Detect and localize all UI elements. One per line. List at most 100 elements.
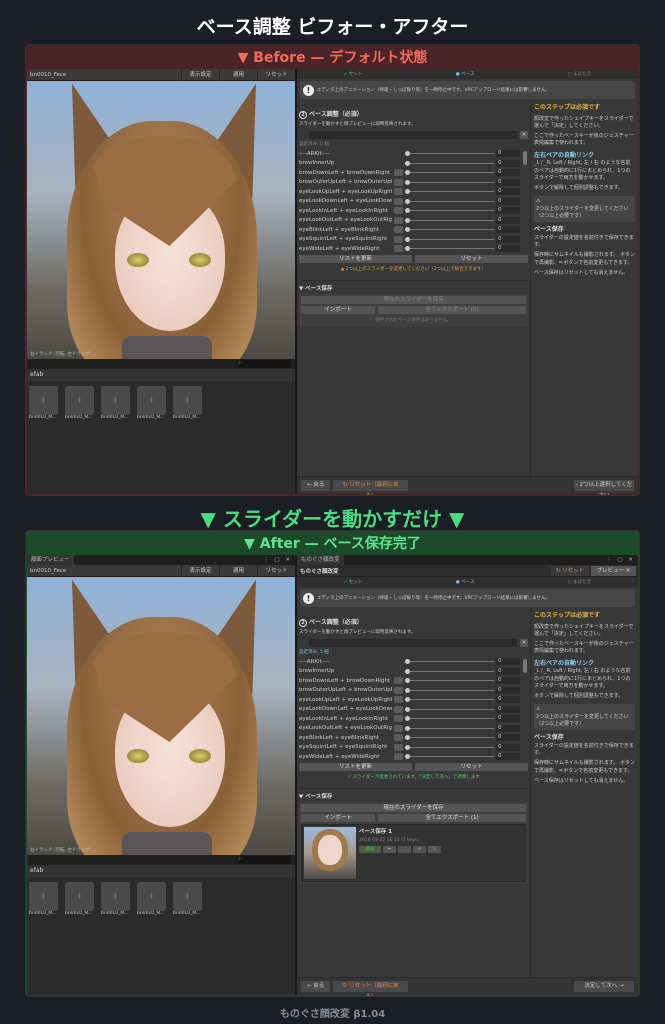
reset-sliders-button[interactable]: リセット [415, 762, 528, 771]
blendshape-slider[interactable] [405, 160, 494, 166]
slider-value-field[interactable]: 0 [496, 245, 520, 253]
slider-value-field[interactable]: 0 [496, 235, 520, 243]
next-button[interactable]: 決定して次へ → [574, 981, 634, 992]
slider-value-field[interactable]: 0 [496, 150, 520, 158]
slider-value-field[interactable]: 0 [496, 743, 520, 751]
reset-all-button[interactable]: ↻ リセット（最初に戻る） [333, 981, 409, 996]
asset-thumbnail[interactable]: ᚼ bn0010_M... [65, 386, 94, 420]
apply-button[interactable]: 適用 [219, 564, 257, 577]
tab-face-preview[interactable]: 顔面プレビュー [27, 555, 74, 565]
scrollbar[interactable] [523, 659, 527, 673]
scrollbar[interactable] [523, 151, 527, 165]
slider-handle[interactable] [405, 189, 410, 195]
window-controls[interactable]: ⋮ ▢ ✕ [606, 557, 635, 563]
blendshape-slider[interactable] [405, 668, 494, 674]
asset-thumbnail[interactable]: ᚼ bn0010_M... [137, 882, 166, 916]
clear-search-icon[interactable]: ✕ [520, 639, 528, 647]
blendshape-slider[interactable] [405, 706, 494, 712]
link-toggle[interactable] [394, 226, 403, 234]
slider-handle[interactable] [405, 725, 410, 731]
slider-handle[interactable] [405, 678, 410, 684]
slider-value-field[interactable]: 0 [496, 696, 520, 704]
blendshape-slider[interactable] [405, 716, 494, 722]
link-toggle[interactable] [394, 686, 403, 694]
slider-handle[interactable] [405, 735, 410, 741]
step-set[interactable]: ✓ セット [344, 71, 363, 77]
link-toggle[interactable] [394, 178, 403, 186]
reset-all-button[interactable]: ↻ リセット（最初に戻る） [333, 480, 409, 495]
search-icon[interactable]: ⌕ [236, 856, 291, 864]
link-toggle[interactable] [394, 235, 403, 243]
window-controls[interactable]: ⋮ ▢ ✕ [263, 557, 292, 563]
blendshape-slider[interactable] [405, 659, 494, 665]
delete-icon[interactable]: ✕ [428, 845, 441, 853]
avatar-face-viewport[interactable]: 右ドラッグ: 回転, 左ドラッグ: ... [27, 577, 295, 855]
slider-value-field[interactable]: 0 [496, 753, 520, 761]
display-settings-button[interactable]: 表示設定 [181, 564, 219, 577]
import-button[interactable]: インポート [301, 305, 375, 314]
asset-thumbnail[interactable]: ᚼ bn0010_M... [101, 882, 130, 916]
slider-handle[interactable] [405, 687, 410, 693]
slider-value-field[interactable]: 0 [496, 178, 520, 186]
refresh-list-button[interactable]: リストを更新 [299, 254, 412, 263]
blendshape-slider[interactable] [405, 744, 494, 750]
base-save-section-header[interactable]: ▼ ベース保存 [299, 279, 528, 292]
step-base[interactable]: ● ベース [456, 579, 475, 585]
slider-handle[interactable] [405, 744, 410, 750]
link-toggle[interactable] [394, 705, 403, 713]
blendshape-slider[interactable] [405, 725, 494, 731]
link-toggle[interactable] [394, 696, 403, 704]
slider-handle[interactable] [405, 236, 410, 242]
link-toggle[interactable] [394, 216, 403, 224]
blendshape-slider[interactable] [405, 208, 494, 214]
app-reset-button[interactable]: ↻ リセット [551, 565, 589, 576]
step-blink[interactable]: ○ まばたき [568, 71, 591, 77]
asset-thumbnail[interactable]: ᚼ bn0010_M... [173, 882, 202, 916]
search-icon[interactable]: ⌕ [236, 360, 291, 368]
slider-handle[interactable] [405, 697, 410, 703]
link-toggle[interactable] [394, 197, 403, 205]
asset-thumbnail[interactable]: ᚼ bn0010_M... [29, 386, 58, 420]
base-save-section-header[interactable]: ▼ ベース保存 [299, 787, 528, 800]
export-all-button[interactable]: 全てエクスポート (1) [378, 813, 526, 822]
link-toggle[interactable] [394, 743, 403, 751]
step-set[interactable]: ✓ セット [344, 579, 363, 585]
slider-value-field[interactable]: 0 [496, 226, 520, 234]
slider-handle[interactable] [405, 227, 410, 233]
slider-value-field[interactable]: 0 [496, 715, 520, 723]
load-button[interactable]: 読込 [359, 845, 381, 853]
blendshape-slider[interactable] [405, 198, 494, 204]
slider-handle[interactable] [405, 160, 410, 166]
asset-thumbnail[interactable]: ᚼ bn0010_M... [101, 386, 130, 420]
slider-handle[interactable] [405, 179, 410, 185]
refresh-list-button[interactable]: リストを更新 [299, 762, 412, 771]
slider-value-field[interactable]: 0 [496, 734, 520, 742]
slider-value-field[interactable]: 0 [496, 677, 520, 685]
blendshape-slider[interactable] [405, 179, 494, 185]
link-toggle[interactable] [394, 724, 403, 732]
slider-value-field[interactable]: 0 [496, 159, 520, 167]
rename-icon[interactable]: ✏ [383, 845, 396, 853]
slider-value-field[interactable]: 0 [496, 686, 520, 694]
slider-value-field[interactable]: 0 [496, 667, 520, 675]
preview-reset-button[interactable]: リセット [257, 68, 295, 81]
slider-value-field[interactable]: 0 [496, 658, 520, 666]
save-current-sliders-button[interactable]: 現在のスライダーを保存 [301, 803, 526, 812]
display-settings-button[interactable]: 表示設定 [181, 68, 219, 81]
clear-search-icon[interactable]: ✕ [520, 131, 528, 139]
export-all-button[interactable]: 全てエクスポート (0) [378, 305, 526, 314]
import-button[interactable]: インポート [301, 813, 375, 822]
blendshape-slider[interactable] [405, 246, 494, 252]
export-icon[interactable]: ↗ [413, 845, 426, 853]
preview-reset-button[interactable]: リセット [257, 564, 295, 577]
blendshape-slider[interactable] [405, 687, 494, 693]
back-button[interactable]: ← 戻る [301, 480, 331, 491]
link-toggle[interactable] [394, 734, 403, 742]
link-toggle[interactable] [394, 677, 403, 685]
slider-handle[interactable] [405, 659, 410, 665]
link-toggle[interactable] [394, 169, 403, 177]
link-toggle[interactable] [394, 245, 403, 253]
step-base[interactable]: ● ベース [456, 71, 475, 77]
slider-value-field[interactable]: 0 [496, 169, 520, 177]
blendshape-slider[interactable] [405, 189, 494, 195]
